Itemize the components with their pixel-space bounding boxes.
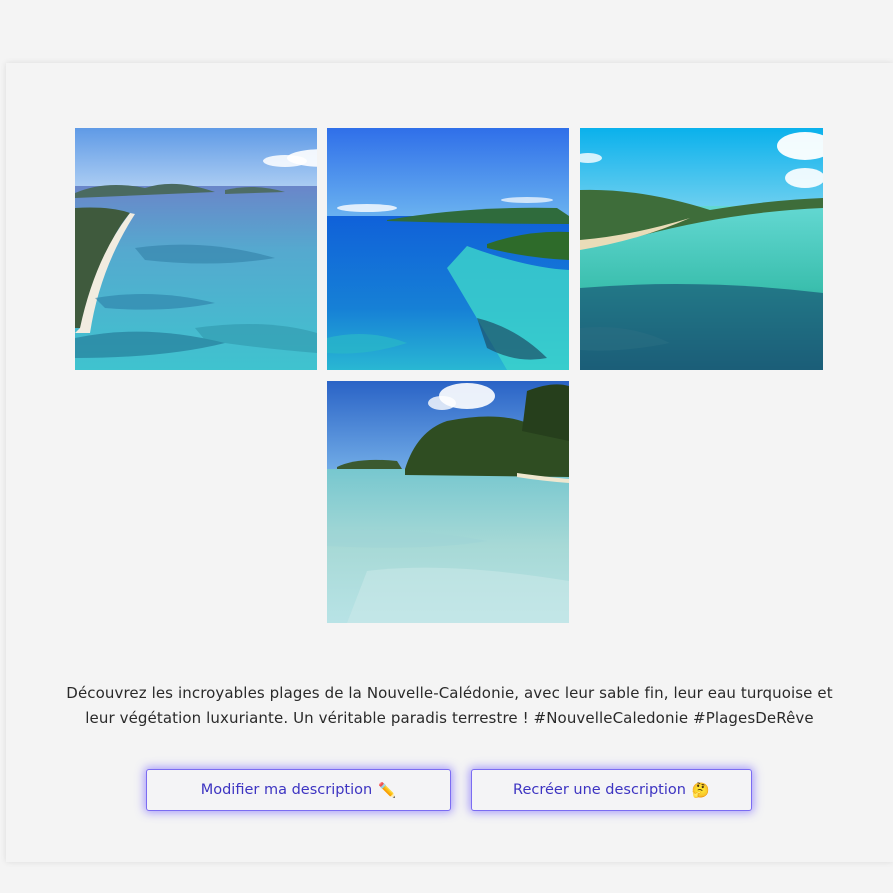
regenerate-description-button[interactable]: Recréer une description 🤔 <box>471 769 752 811</box>
regenerate-description-label: Recréer une description <box>513 782 686 798</box>
post-card: Découvrez les incroyables plages de la N… <box>6 63 893 862</box>
edit-description-button[interactable]: Modifier ma description ✏️ <box>146 769 451 811</box>
edit-description-label: Modifier ma description <box>200 782 373 798</box>
aerial-lagoon-beach-photo <box>75 128 317 370</box>
aerial-reef-bay-photo <box>327 128 569 370</box>
cliff-beach-photo <box>327 381 569 623</box>
shallow-lagoon-photo <box>580 128 823 370</box>
thinking-face-icon: 🤔 <box>691 782 710 799</box>
post-description: Découvrez les incroyables plages de la N… <box>66 684 833 727</box>
pencil-icon: ✏️ <box>378 782 397 799</box>
